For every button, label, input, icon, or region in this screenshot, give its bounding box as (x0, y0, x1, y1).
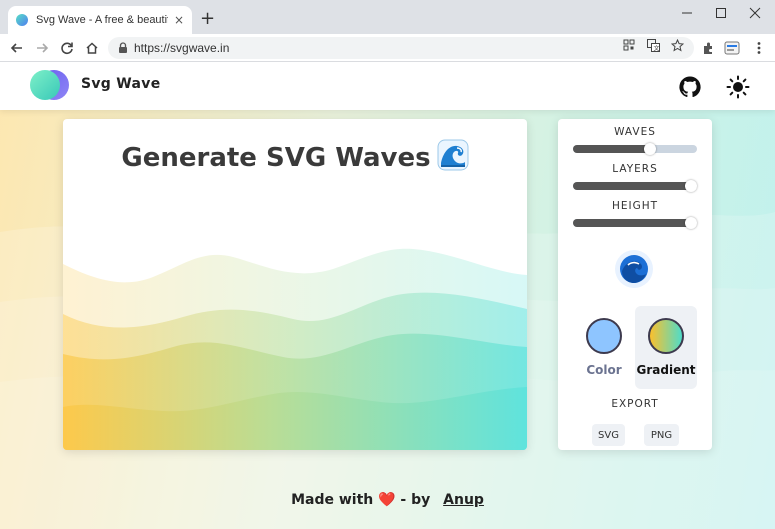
lock-icon (119, 42, 127, 53)
author-link[interactable]: Anup (443, 492, 484, 508)
height-slider-fill (573, 219, 691, 227)
translate-icon[interactable]: 文 (646, 38, 660, 52)
gradient-option[interactable]: Gradient (635, 306, 697, 389)
address-bar[interactable]: https://svgwave.in (108, 37, 694, 59)
svg-text:文: 文 (653, 44, 659, 52)
randomize-wave-icon (615, 250, 653, 288)
solid-color-swatch[interactable] (586, 318, 622, 354)
browser-chrome: Svg Wave - A free & beautiful g × + http… (0, 0, 775, 62)
waves-label: WAVES (614, 126, 656, 138)
title-text: Generate SVG Waves (121, 143, 431, 173)
controls-panel: WAVES LAYERS HEIGHT Color Gradient EXPOR… (558, 119, 712, 450)
footer: Made with ❤️ - by Anup (0, 492, 775, 508)
wave-preview-card: Generate SVG Waves (63, 119, 527, 450)
made-with-text: Made with (291, 492, 374, 508)
layers-slider-thumb[interactable] (684, 180, 697, 192)
waves-slider[interactable] (573, 143, 697, 155)
randomize-button[interactable] (614, 249, 654, 289)
theme-toggle-sun-icon[interactable] (725, 74, 751, 100)
export-label: EXPORT (611, 398, 659, 410)
minimize-icon[interactable] (672, 4, 702, 22)
wave-preview (63, 248, 527, 450)
forward-icon[interactable] (32, 38, 52, 58)
page-title: Generate SVG Waves (63, 139, 527, 178)
layers-label: LAYERS (612, 163, 658, 175)
height-slider[interactable] (573, 217, 697, 229)
export-svg-button[interactable]: SVG (592, 424, 625, 446)
bookmark-star-icon[interactable] (670, 38, 684, 52)
height-slider-thumb[interactable] (684, 217, 697, 229)
app-header: Svg Wave (0, 62, 775, 110)
wave-emoji-icon (437, 139, 469, 178)
reload-icon[interactable] (57, 38, 77, 58)
home-icon[interactable] (82, 38, 102, 58)
page: Svg Wave Generate SVG Waves WAVES LAYERS… (0, 62, 775, 529)
new-tab-button[interactable]: + (200, 8, 215, 29)
by-text: - by (400, 492, 431, 508)
profile-icon[interactable] (724, 40, 740, 56)
qr-code-icon[interactable] (622, 38, 636, 52)
url-text: https://svgwave.in (134, 41, 230, 55)
height-label: HEIGHT (611, 200, 659, 212)
logo-icon[interactable] (30, 68, 70, 102)
favicon-icon (16, 14, 28, 26)
github-icon[interactable] (677, 74, 703, 100)
layers-slider-fill (573, 182, 691, 190)
close-window-icon[interactable] (740, 4, 770, 22)
solid-color-option[interactable]: Color (573, 306, 635, 389)
waves-slider-fill (573, 145, 650, 153)
waves-slider-thumb[interactable] (643, 143, 656, 155)
tab-close-icon[interactable]: × (174, 13, 184, 27)
menu-dots-icon[interactable] (751, 40, 767, 56)
layers-slider[interactable] (573, 180, 697, 192)
browser-toolbar: https://svgwave.in 文 (0, 34, 775, 62)
extensions-icon[interactable] (700, 40, 716, 56)
gradient-swatch[interactable] (648, 318, 684, 354)
brand-name[interactable]: Svg Wave (81, 76, 161, 92)
tab-title: Svg Wave - A free & beautiful g (36, 14, 168, 26)
heart-icon: ❤️ (378, 492, 396, 508)
browser-tab[interactable]: Svg Wave - A free & beautiful g × (8, 6, 192, 34)
gradient-label: Gradient (636, 363, 696, 377)
back-icon[interactable] (7, 38, 27, 58)
color-label: Color (586, 363, 622, 377)
export-png-button[interactable]: PNG (644, 424, 679, 446)
maximize-icon[interactable] (706, 4, 736, 22)
